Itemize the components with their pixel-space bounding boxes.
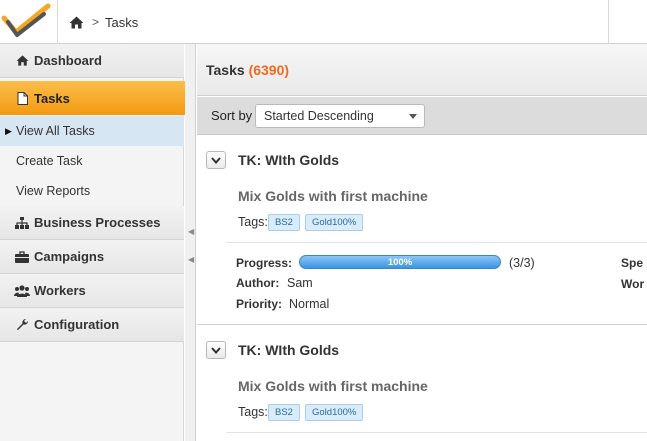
- main-content: Tasks (6390) Sort by Started Descending …: [197, 44, 647, 441]
- page-title-text: Tasks: [206, 62, 245, 78]
- sidebar-subitem-create-task[interactable]: Create Task: [0, 146, 184, 176]
- sidebar-item-tasks[interactable]: Tasks: [0, 81, 196, 115]
- sidebar-item-dashboard[interactable]: Dashboard: [0, 44, 184, 78]
- task-count: (6390): [248, 62, 290, 78]
- sort-select[interactable]: Started Descending: [255, 104, 425, 128]
- sidebar-item-label: Campaigns: [34, 249, 105, 264]
- check-logo-icon: [1, 3, 51, 37]
- collapse-left-icon[interactable]: ◀: [188, 255, 194, 264]
- sidebar-splitter[interactable]: ◀ ◀: [185, 44, 196, 441]
- users-icon: [14, 284, 30, 298]
- briefcase-icon: [14, 250, 30, 264]
- tags-label: Tags:: [238, 405, 268, 419]
- sitemap-icon: [14, 216, 30, 230]
- app-logo[interactable]: [0, 0, 58, 44]
- task-title[interactable]: TK: WIth Golds: [238, 152, 339, 168]
- sidebar-subitem-label: View All Tasks: [16, 124, 95, 138]
- task-subtitle: Mix Golds with first machine: [238, 188, 428, 204]
- tag-badge[interactable]: Gold100%: [305, 214, 364, 231]
- divider: [226, 242, 647, 243]
- progress-percent: 100%: [387, 256, 413, 268]
- sidebar-item-label-row: Tasks: [14, 81, 70, 115]
- tags-label: Tags:: [238, 215, 268, 229]
- progress-label: Progress:: [236, 256, 293, 270]
- sidebar-subitem-view-all-tasks[interactable]: ▶ View All Tasks: [0, 116, 184, 146]
- truncated-label: Wor: [621, 277, 645, 291]
- tag-badge[interactable]: BS2: [268, 214, 300, 231]
- sidebar-item-label: Tasks: [34, 90, 70, 106]
- progress-count: (3/3): [509, 256, 535, 270]
- task-subtitle: Mix Golds with first machine: [238, 378, 428, 394]
- sidebar-subitem-label: View Reports: [16, 184, 91, 198]
- author-value: Sam: [287, 276, 313, 290]
- sidebar-item-label: Workers: [34, 283, 86, 298]
- page-title: Tasks (6390): [206, 62, 289, 78]
- sidebar-item-label: Configuration: [34, 317, 120, 332]
- wrench-icon: [14, 318, 30, 332]
- divider: [226, 432, 647, 433]
- task-title[interactable]: TK: WIth Golds: [238, 342, 339, 358]
- home-icon: [14, 54, 30, 68]
- tag-badge[interactable]: BS2: [268, 404, 300, 421]
- sidebar-subitem-view-reports[interactable]: View Reports: [0, 176, 184, 206]
- collapse-toggle-button[interactable]: [206, 151, 226, 169]
- sort-label: Sort by: [211, 108, 253, 123]
- sidebar-item-workers[interactable]: Workers: [0, 274, 184, 308]
- chevron-down-icon: [211, 156, 221, 164]
- truncated-label: Spe: [621, 256, 644, 270]
- sidebar-item-label: Business Processes: [34, 215, 161, 230]
- sort-select-value: Started Descending: [264, 109, 374, 123]
- collapse-toggle-button[interactable]: [206, 341, 226, 359]
- breadcrumb: > Tasks: [69, 13, 138, 31]
- document-icon: [14, 91, 30, 105]
- priority-value: Normal: [289, 297, 330, 311]
- sidebar-item-business-processes[interactable]: Business Processes: [0, 206, 184, 240]
- top-bar: > Tasks: [0, 0, 647, 44]
- sidebar-item-configuration[interactable]: Configuration: [0, 308, 184, 342]
- task-card: TK: WIth Golds Mix Golds with first mach…: [197, 326, 647, 441]
- sort-bar: Sort by Started Descending: [197, 97, 647, 135]
- breadcrumb-separator: >: [92, 15, 100, 29]
- toolbar-divider: [608, 0, 609, 44]
- sidebar-subitem-label: Create Task: [16, 154, 83, 168]
- main-header: Tasks (6390): [197, 44, 647, 96]
- sidebar-item-campaigns[interactable]: Campaigns: [0, 240, 184, 274]
- breadcrumb-current: Tasks: [105, 14, 139, 30]
- chevron-down-icon: [211, 346, 221, 354]
- sidebar: Dashboard Tasks ▶ View All Tasks Create …: [0, 44, 196, 441]
- priority-label: Priority:: [236, 297, 283, 311]
- sidebar-item-label: Dashboard: [34, 53, 102, 68]
- tag-badge[interactable]: Gold100%: [305, 404, 364, 421]
- chevron-down-icon: [409, 114, 417, 119]
- author-label: Author:: [236, 276, 280, 290]
- collapse-left-icon[interactable]: ◀: [188, 227, 194, 236]
- caret-right-icon: ▶: [5, 125, 12, 136]
- home-icon[interactable]: [69, 16, 84, 29]
- task-card: TK: WIth Golds Mix Golds with first mach…: [197, 136, 647, 325]
- progress-bar: 100%: [299, 255, 501, 269]
